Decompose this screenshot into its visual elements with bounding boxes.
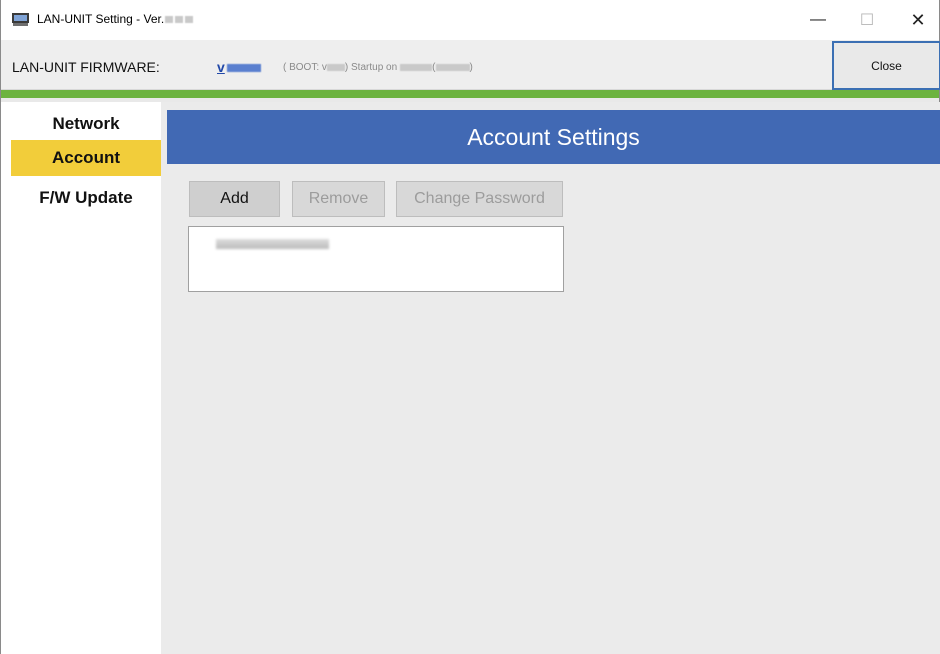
minimize-button[interactable]: — [795, 0, 841, 40]
account-list[interactable] [188, 226, 564, 292]
list-item[interactable] [216, 239, 329, 249]
sidebar-item-account[interactable]: Account [11, 140, 161, 176]
sidebar-item-fw-update[interactable]: F/W Update [11, 184, 161, 220]
page-title: Account Settings [167, 110, 940, 164]
change-password-button[interactable]: Change Password [396, 181, 563, 217]
sidebar-nav: Network Account F/W Update [1, 102, 161, 654]
status-divider [1, 90, 939, 98]
lan-unit-app-icon [12, 13, 29, 26]
remove-button[interactable]: Remove [292, 181, 385, 217]
main-panel: Account Settings Add Remove Change Passw… [161, 102, 940, 654]
window-title: LAN-UNIT Setting - Ver. [37, 12, 194, 26]
title-bar: LAN-UNIT Setting - Ver. — ☐ ✕ [1, 0, 939, 40]
firmware-bar: LAN-UNIT FIRMWARE: v ( BOOT: v) Startup … [1, 40, 939, 90]
add-button[interactable]: Add [189, 181, 280, 217]
close-button[interactable]: Close [832, 41, 940, 90]
firmware-boot-info: ( BOOT: v) Startup on() [283, 62, 473, 73]
maximize-button[interactable]: ☐ [844, 0, 890, 40]
firmware-version-link[interactable]: v [217, 59, 261, 75]
app-window: LAN-UNIT Setting - Ver. — ☐ ✕ LAN-UNIT F… [0, 0, 940, 654]
firmware-label: LAN-UNIT FIRMWARE: [12, 59, 160, 75]
close-window-button[interactable]: ✕ [895, 0, 940, 40]
